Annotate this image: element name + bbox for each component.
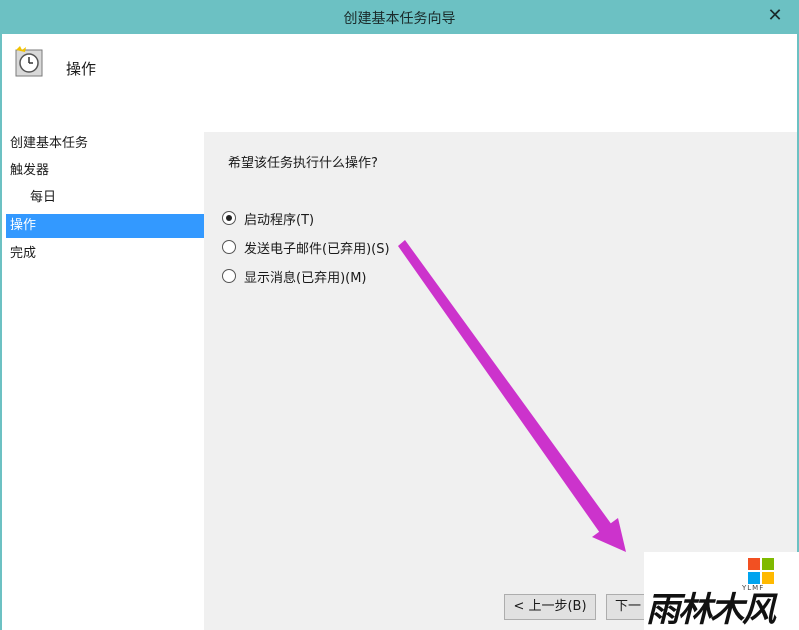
wizard-header: 操作 <box>0 34 799 132</box>
radio-send-email[interactable] <box>222 240 236 254</box>
step-create-basic-task[interactable]: 创建基本任务 <box>6 132 204 156</box>
option-show-message[interactable]: 显示消息(已弃用)(M) <box>222 265 367 287</box>
windows-logo-icon <box>748 558 774 584</box>
option-show-message-label: 显示消息(已弃用)(M) <box>244 270 367 286</box>
watermark-sub: YLMF <box>742 584 765 592</box>
title-bar: 创建基本任务向导 ✕ <box>0 0 799 34</box>
back-button[interactable]: < 上一步(B) <box>504 594 596 620</box>
action-question: 希望该任务执行什么操作? <box>228 156 378 171</box>
radio-show-message[interactable] <box>222 269 236 283</box>
window-title: 创建基本任务向导 <box>343 11 456 27</box>
radio-start-program[interactable] <box>222 211 236 225</box>
step-trigger[interactable]: 触发器 <box>6 159 204 183</box>
option-start-program-label: 启动程序(T) <box>244 212 315 228</box>
option-send-email-label: 发送电子邮件(已弃用)(S) <box>244 241 390 257</box>
option-send-email[interactable]: 发送电子邮件(已弃用)(S) <box>222 236 390 258</box>
close-icon[interactable]: ✕ <box>761 4 789 28</box>
task-clock-icon <box>15 46 43 77</box>
ylmf-watermark: 雨林木风 YLMF <box>644 552 799 630</box>
step-action[interactable]: 操作 <box>6 214 204 238</box>
option-start-program[interactable]: 启动程序(T) <box>222 207 314 229</box>
wizard-step-list: 创建基本任务 触发器 每日 操作 完成 <box>2 132 204 630</box>
step-finish[interactable]: 完成 <box>6 242 204 266</box>
step-daily[interactable]: 每日 <box>6 186 204 210</box>
page-heading: 操作 <box>66 60 97 78</box>
